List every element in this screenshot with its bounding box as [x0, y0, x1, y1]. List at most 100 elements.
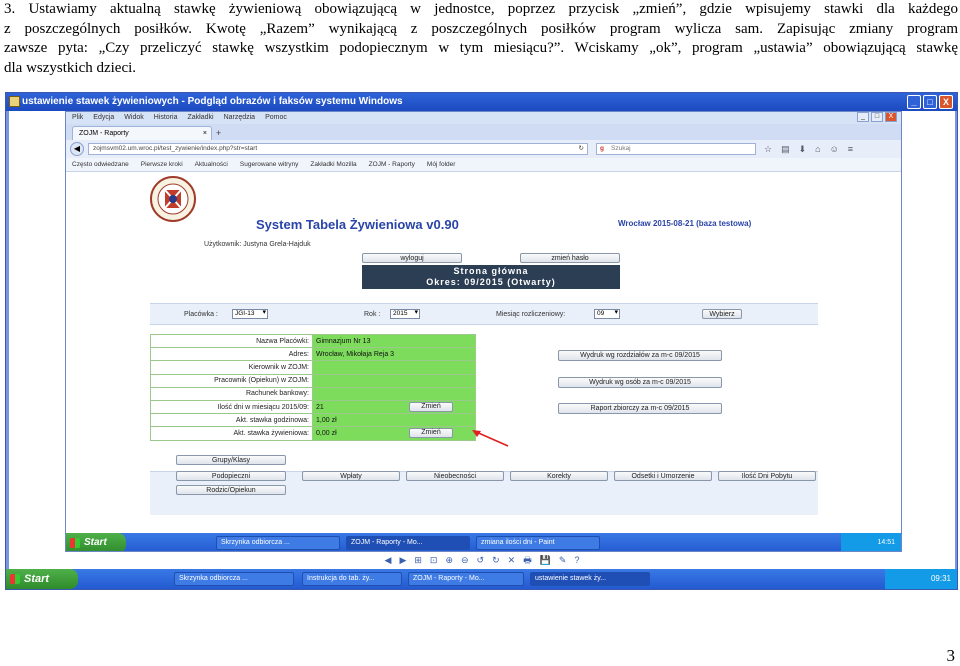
bookmark-item[interactable]: Aktualności: [195, 158, 228, 171]
miesiac-select[interactable]: 09: [594, 309, 620, 319]
delete-icon[interactable]: ✕: [508, 553, 516, 567]
report-by-chapters-button[interactable]: Wydruk wg rozdziałów za m-c 09/2015: [558, 350, 722, 361]
download-icon[interactable]: ⬇: [799, 143, 807, 155]
institution-logo: [150, 176, 196, 222]
star-icon[interactable]: ☆: [764, 143, 772, 155]
actual-size-icon[interactable]: ⊡: [430, 553, 438, 567]
interest-button[interactable]: Odsetki i Umorzenie: [614, 471, 712, 481]
summary-report-button[interactable]: Raport zbiorczy za m-c 09/2015: [558, 403, 722, 414]
best-fit-icon[interactable]: ⊞: [414, 553, 422, 567]
menu-edycja[interactable]: Edycja: [93, 112, 114, 124]
google-icon: g: [600, 145, 604, 152]
logout-button[interactable]: wyloguj: [362, 253, 462, 263]
taskbar-task[interactable]: zmiana ilości dni - Paint: [476, 536, 600, 550]
embedded-screenshot: ustawienie stawek żywieniowych - Podgląd…: [5, 92, 958, 590]
browser-close-button[interactable]: X: [885, 112, 897, 122]
row-value: [312, 360, 476, 375]
system-date: Wrocław 2015-08-21 (baza testowa): [618, 219, 752, 228]
viewer-toolbar: ◀ ▶ ⊞ ⊡ ⊕ ⊖ ↺ ↻ ✕ 🖶 💾 ✎ ?: [9, 553, 955, 567]
bookmark-item[interactable]: Często odwiedzane: [72, 158, 129, 171]
save-icon[interactable]: 💾: [540, 553, 551, 567]
previous-image-icon[interactable]: ◀: [385, 553, 392, 567]
maximize-button[interactable]: □: [923, 95, 937, 109]
outer-taskbar: Start Skrzynka odbiorcza ... Instrukcja …: [6, 569, 957, 589]
corrections-button[interactable]: Korekty: [510, 471, 608, 481]
taskbar-task[interactable]: Skrzynka odbiorcza ...: [174, 572, 294, 586]
url-bar[interactable]: zojmsvm02.um.wroc.pl/test_zywienie/index…: [88, 143, 588, 155]
header-panel: Użytkownik: Justyna Grela-Hajduk wyloguj…: [150, 239, 818, 303]
bookmark-item[interactable]: ZOJM - Raporty: [369, 158, 415, 171]
image-viewer-icon: [9, 96, 20, 107]
paragraph-line: dla wszystkich dzieci.: [4, 59, 137, 76]
report-by-persons-button[interactable]: Wydruk wg osób za m-c 09/2015: [558, 377, 722, 388]
menu-icon[interactable]: ≡: [848, 143, 853, 155]
inner-start-button[interactable]: Start: [66, 533, 126, 551]
paragraph-line: zawsze pyta: „Czy przeliczyć stawkę wszy…: [4, 40, 958, 56]
bookmark-item[interactable]: Sugerowane witryny: [240, 158, 299, 171]
taskbar-task[interactable]: ZOJM - Raporty - Mo...: [408, 572, 524, 586]
taskbar-task[interactable]: Skrzynka odbiorcza ...: [216, 536, 340, 550]
windows-flag-icon: [10, 574, 20, 584]
chat-icon[interactable]: ☺: [830, 143, 839, 155]
menu-plik[interactable]: Plik: [72, 112, 83, 124]
rotate-right-icon[interactable]: ↻: [492, 553, 500, 567]
row-value-text: 21: [316, 403, 324, 411]
browser-minimize-button[interactable]: _: [857, 112, 869, 122]
outer-start-button[interactable]: Start: [6, 569, 78, 589]
groups-button[interactable]: Grupy/Klasy: [176, 455, 286, 465]
next-image-icon[interactable]: ▶: [399, 553, 406, 567]
rok-select[interactable]: 2015: [390, 309, 420, 319]
table-row: Pracownik (Opiekun) w ZOJM:: [150, 373, 476, 388]
menu-zakladki[interactable]: Zakładki: [187, 112, 213, 124]
banner-period: Okres: 09/2015 (Otwarty): [426, 277, 556, 287]
rotate-left-icon[interactable]: ↺: [477, 553, 485, 567]
menu-pomoc[interactable]: Pomoc: [265, 112, 287, 124]
wybierz-button[interactable]: Wybierz: [702, 309, 742, 319]
menu-widok[interactable]: Widok: [124, 112, 143, 124]
taskbar-task[interactable]: ustawienie stawek ży...: [530, 572, 650, 586]
new-tab-button[interactable]: +: [216, 127, 221, 139]
print-icon[interactable]: 🖶: [523, 553, 532, 567]
payments-button[interactable]: Wpłaty: [302, 471, 400, 481]
menu-narzedzia[interactable]: Narzędzia: [224, 112, 256, 124]
edit-icon[interactable]: ✎: [559, 553, 567, 567]
row-value: Gimnazjum Nr 13: [312, 333, 476, 349]
home-icon[interactable]: ⌂: [815, 143, 820, 155]
change-password-button[interactable]: zmień hasło: [520, 253, 620, 263]
help-icon[interactable]: ?: [574, 553, 579, 567]
bookmark-item[interactable]: Zakładki Mozilla: [310, 158, 356, 171]
tab-close-icon[interactable]: ×: [203, 127, 207, 140]
children-button[interactable]: Podopieczni: [176, 471, 286, 481]
change-days-button[interactable]: Zmień: [409, 401, 453, 412]
parent-button[interactable]: Rodzic/Opiekun: [176, 485, 286, 495]
zoom-out-icon[interactable]: ⊖: [461, 553, 469, 567]
table-row: Adres: Wrocław, Mikołaja Reja 3: [150, 347, 476, 362]
app-page: System Tabela Żywieniowa v0.90 Wrocław 2…: [66, 173, 901, 533]
banner-title: Strona główna: [453, 266, 529, 276]
inner-clock: 14:51: [841, 533, 901, 551]
placowka-select[interactable]: JGI-13: [232, 309, 268, 319]
clipboard-icon[interactable]: ▤: [781, 143, 790, 155]
tab-zojm-raporty[interactable]: ZOJM - Raporty ×: [72, 126, 212, 140]
close-button[interactable]: X: [939, 95, 953, 109]
absences-button[interactable]: Nieobecności: [406, 471, 504, 481]
row-value: 21 Zmień: [312, 399, 476, 415]
change-rate-button[interactable]: Zmień: [409, 428, 453, 439]
taskbar-task[interactable]: ZOJM - Raporty - Mo...: [346, 536, 470, 550]
search-field[interactable]: g Szukaj: [596, 143, 756, 155]
bookmark-item[interactable]: Mój folder: [427, 158, 456, 171]
reload-icon[interactable]: ↻: [579, 144, 584, 154]
row-label: Rachunek bankowy:: [150, 386, 313, 401]
row-label: Ilość dni w miesiącu 2015/09:: [150, 399, 313, 415]
system-title: System Tabela Żywieniowa v0.90: [256, 217, 459, 232]
minimize-button[interactable]: _: [907, 95, 921, 109]
stay-days-button[interactable]: Ilość Dni Pobytu: [718, 471, 816, 481]
taskbar-task[interactable]: Instrukcja do tab. ży...: [302, 572, 402, 586]
zoom-in-icon[interactable]: ⊕: [445, 553, 453, 567]
back-icon[interactable]: ◀: [70, 142, 84, 156]
bookmark-item[interactable]: Pierwsze kroki: [141, 158, 183, 171]
row-label: Kierownik w ZOJM:: [150, 360, 313, 375]
menu-historia[interactable]: Historia: [154, 112, 178, 124]
browser-maximize-button[interactable]: □: [871, 112, 883, 122]
row-label: Adres:: [150, 347, 313, 362]
